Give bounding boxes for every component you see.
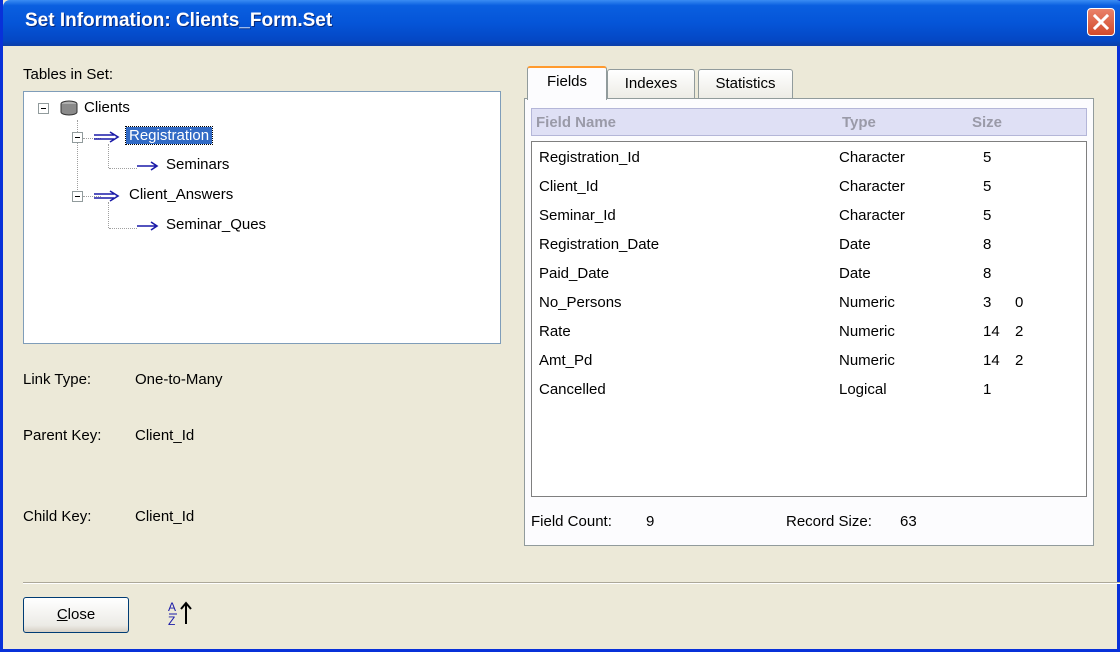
close-icon xyxy=(1093,14,1109,30)
tree-connector xyxy=(109,228,137,229)
child-key-label: Child Key: xyxy=(23,508,92,525)
table-row[interactable]: Client_Id Character 5 xyxy=(532,174,1086,203)
tab-indexes[interactable]: Indexes xyxy=(607,69,695,99)
collapse-icon[interactable] xyxy=(72,191,83,202)
tables-in-set-label: Tables in Set: xyxy=(23,66,114,83)
parent-key-value: Client_Id xyxy=(135,427,195,444)
table-row[interactable]: Amt_Pd Numeric 14 2 xyxy=(532,348,1086,377)
tab-fields[interactable]: Fields xyxy=(527,66,607,100)
separator xyxy=(23,582,1120,584)
collapse-icon[interactable] xyxy=(38,103,49,114)
table-row[interactable]: Registration_Id Character 5 xyxy=(532,145,1086,174)
fields-grid[interactable]: Registration_Id Character 5 Client_Id Ch… xyxy=(531,141,1087,497)
collapse-icon[interactable] xyxy=(72,132,83,143)
column-header-type[interactable]: Type xyxy=(842,114,876,131)
link-arrow-icon xyxy=(137,221,159,231)
tree-connector xyxy=(108,144,109,168)
record-size-value: 63 xyxy=(900,513,917,530)
child-key-value: Client_Id xyxy=(135,508,195,525)
column-header-field-name[interactable]: Field Name xyxy=(536,114,616,131)
table-row[interactable]: Seminar_Id Character 5 xyxy=(532,203,1086,232)
close-button-label: lose xyxy=(67,606,96,623)
close-button[interactable]: Close xyxy=(23,597,129,633)
table-row[interactable]: Cancelled Logical 1 xyxy=(532,377,1086,406)
field-count-value: 9 xyxy=(646,513,655,530)
table-row[interactable]: No_Persons Numeric 3 0 xyxy=(532,290,1086,319)
link-arrow-icon xyxy=(137,161,159,171)
column-header-size[interactable]: Size xyxy=(972,114,1002,131)
table-row[interactable]: Registration_Date Date 8 xyxy=(532,232,1086,261)
tree-connector xyxy=(109,168,137,169)
link-arrow-icon xyxy=(94,131,120,143)
parent-key-label: Parent Key: xyxy=(23,427,102,444)
svg-text:A: A xyxy=(168,600,176,614)
sort-ascending-icon[interactable]: A Z xyxy=(166,598,198,630)
link-arrow-icon xyxy=(94,190,120,202)
database-icon xyxy=(60,100,78,116)
tab-statistics[interactable]: Statistics xyxy=(698,69,793,99)
window-close-button[interactable] xyxy=(1087,8,1115,36)
set-information-dialog: Set Information: Clients_Form.Set Tables… xyxy=(0,0,1120,652)
link-type-label: Link Type: xyxy=(23,371,92,388)
table-row[interactable]: Paid_Date Date 8 xyxy=(532,261,1086,290)
table-row[interactable]: Rate Numeric 14 2 xyxy=(532,319,1086,348)
close-button-mnemonic: C xyxy=(56,606,68,623)
field-count-label: Field Count: xyxy=(531,513,612,530)
tables-tree[interactable]: Clients Registration Seminars Client_Ans… xyxy=(23,91,501,344)
record-size-label: Record Size: xyxy=(786,513,872,530)
title-bar[interactable]: Set Information: Clients_Form.Set xyxy=(3,0,1120,46)
svg-text:Z: Z xyxy=(168,614,175,628)
fields-grid-header: Field Name Type Size xyxy=(531,108,1087,136)
window-title: Set Information: Clients_Form.Set xyxy=(25,10,333,31)
link-type-value: One-to-Many xyxy=(135,371,223,388)
tree-connector xyxy=(108,202,109,228)
